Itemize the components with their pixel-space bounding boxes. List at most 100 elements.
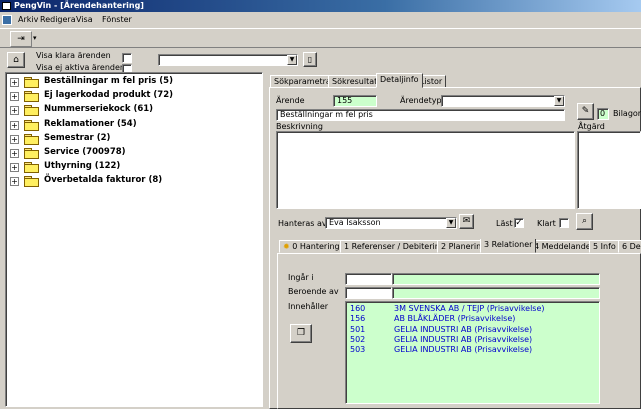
tree-item-label: Överbetalda fakturor (8) [44, 175, 163, 186]
tab-info[interactable]: 5 Info [589, 240, 620, 253]
ingar-i-name-field[interactable] [392, 273, 600, 285]
attachment-button[interactable]: ✎ [577, 103, 594, 120]
innehaller-list[interactable]: 160 3M SVENSKA AB / TEJP (Prisavvikelse) 1… [345, 301, 600, 404]
search-person-button[interactable]: ⌕ [576, 213, 593, 230]
hanteras-av-combo[interactable]: Eva Isaksson ▼ [325, 217, 457, 229]
relation-name: GELIA INDUSTRI AB (Prisavvikelse) [394, 345, 533, 355]
relation-id: 503 [350, 345, 366, 355]
atgard-label: Åtgärd [578, 122, 605, 131]
home-button[interactable]: ⌂ [7, 52, 25, 68]
klart-checkbox[interactable] [559, 218, 569, 228]
app-icon [2, 2, 11, 10]
expand-plus-icon[interactable]: + [10, 177, 19, 187]
relation-id: 160 [350, 304, 366, 313]
paperclip-icon: ✎ [581, 106, 590, 116]
last-label: Läst [496, 219, 513, 228]
tree-item-label: Service (700978) [44, 147, 126, 157]
window-title: PengVin - [Ärendehantering] [14, 1, 144, 10]
beroende-av-id-field[interactable] [345, 287, 392, 299]
relation-id: 501 [350, 324, 366, 334]
exit-door-icon: ⇥ [17, 34, 25, 44]
system-menu-icon[interactable] [2, 15, 12, 25]
beroende-av-name-field[interactable] [392, 287, 600, 299]
menu-arkiv[interactable]: Arkiv [18, 12, 38, 28]
menu-redigera[interactable]: Redigera [40, 12, 76, 28]
tree-item-label: Semestrar (2) [44, 132, 111, 143]
top-tab-strip: Sökparametrar Sökresultat Detaljinfo Lis… [268, 73, 640, 88]
expand-plus-icon[interactable]: + [10, 163, 19, 173]
toolbar: ⇥ ▾ [0, 28, 641, 48]
tree-item-label: Uthyrning (122) [44, 161, 121, 172]
expand-plus-icon[interactable]: + [10, 134, 19, 144]
tree-item-label: Reklamationer (54) [44, 118, 137, 129]
arende-label: Ärende [276, 96, 305, 105]
beskrivning-label: Beskrivning [276, 122, 323, 131]
exit-button[interactable]: ⇥ [10, 31, 32, 47]
filter-combo[interactable]: ▼ [158, 54, 298, 66]
envelope-icon: ✉ [462, 216, 471, 226]
menu-bar: Arkiv Redigera Visa Fönster [0, 12, 641, 28]
arende-field[interactable]: 155 [333, 95, 377, 107]
tree-item[interactable]: + Uthyrning (122) [10, 160, 260, 174]
toolbar-dropdown-icon[interactable]: ▾ [33, 34, 37, 42]
expand-plus-icon[interactable]: + [10, 78, 19, 87]
open-relation-button[interactable]: ❐ [290, 324, 312, 343]
tab-detaljinfo[interactable]: Detaljinfo [376, 73, 423, 88]
show-closed-checkbox[interactable] [122, 53, 132, 63]
bottom-tab-strip: ✹ 0 Hantering 1 Referenser / Debitering … [277, 239, 641, 253]
tab-hantering[interactable]: ✹ 0 Hantering [279, 240, 344, 253]
window-stack-icon: ❐ [296, 328, 306, 338]
chevron-down-icon[interactable]: ▼ [287, 55, 297, 65]
menu-fonster[interactable]: Fönster [102, 12, 132, 28]
tree-item[interactable]: + Beställningar m fel pris (5) [10, 75, 260, 89]
expand-plus-icon[interactable]: + [10, 149, 19, 158]
chevron-down-icon[interactable]: ▼ [446, 218, 456, 228]
expand-plus-icon[interactable]: + [10, 92, 19, 102]
tree-item[interactable]: + Service (700978) [10, 146, 260, 160]
document-icon: ▯ [307, 55, 313, 64]
hanteras-av-label: Hanteras av [278, 219, 327, 228]
bilagor-label: Bilagor [613, 109, 641, 118]
last-checkbox[interactable]: ✓ [514, 218, 524, 228]
send-mail-button[interactable]: ✉ [459, 214, 474, 229]
ingar-i-label: Ingår i [288, 273, 314, 282]
home-icon: ⌂ [13, 55, 19, 65]
tree-item[interactable]: + Reklamationer (54) [10, 118, 260, 132]
arendetyp-combo[interactable]: ▼ [441, 95, 565, 107]
folder-icon [24, 176, 39, 188]
ingar-i-id-field[interactable] [345, 273, 392, 285]
relation-name: GELIA INDUSTRI AB (Prisavvikelse) [394, 324, 533, 334]
folder-icon [24, 148, 39, 159]
magnifier-icon: ⌕ [581, 216, 588, 226]
subject-field[interactable]: Beställningar m fel pris [276, 109, 565, 121]
sun-icon: ✹ [283, 242, 290, 251]
beroende-av-label: Beroende av [288, 287, 339, 296]
expand-plus-icon[interactable]: + [10, 106, 19, 116]
tree-item[interactable]: + Semestrar (2) [10, 132, 260, 146]
window-title-bar: PengVin - [Ärendehantering] [0, 0, 641, 12]
chevron-down-icon[interactable]: ▼ [554, 96, 564, 106]
tab-dele[interactable]: 6 Dele [618, 240, 641, 253]
tab-referenser[interactable]: 1 Referenser / Debitering [340, 240, 449, 253]
new-document-button[interactable]: ▯ [303, 52, 317, 67]
bilagor-count: 0 [597, 108, 609, 120]
tree-item[interactable]: + Nummerseriekock (61) [10, 103, 260, 117]
atgard-textarea[interactable] [577, 131, 641, 209]
expand-plus-icon[interactable]: + [10, 120, 19, 130]
relation-id: 156 [350, 314, 366, 324]
beskrivning-textarea[interactable] [276, 131, 575, 209]
tree-item[interactable]: + Ej lagerkodad produkt (72) [10, 89, 260, 103]
menu-visa[interactable]: Visa [76, 12, 93, 28]
show-inactive-label: Visa ej aktiva ärenden [36, 63, 125, 72]
arendetyp-label: Ärendetyp [400, 96, 442, 105]
innehaller-label: Innehåller [288, 302, 329, 311]
tree-item-label: Beställningar m fel pris (5) [44, 76, 173, 86]
relation-name: GELIA INDUSTRI AB (Prisavvikelse) [394, 334, 533, 344]
tree-item[interactable]: + Överbetalda fakturor (8) [10, 174, 260, 188]
show-closed-label: Visa klara ärenden [36, 51, 111, 60]
tab-relationer[interactable]: 3 Relationer [480, 239, 537, 253]
relation-name: 3M SVENSKA AB / TEJP (Prisavvikelse) [394, 304, 545, 313]
case-category-tree: + Beställningar m fel pris (5) + Ej lagerko… [5, 72, 263, 407]
relation-id: 502 [350, 334, 366, 344]
relation-name: AB BLÅKLÄDER (Prisavvikelse) [394, 314, 516, 324]
